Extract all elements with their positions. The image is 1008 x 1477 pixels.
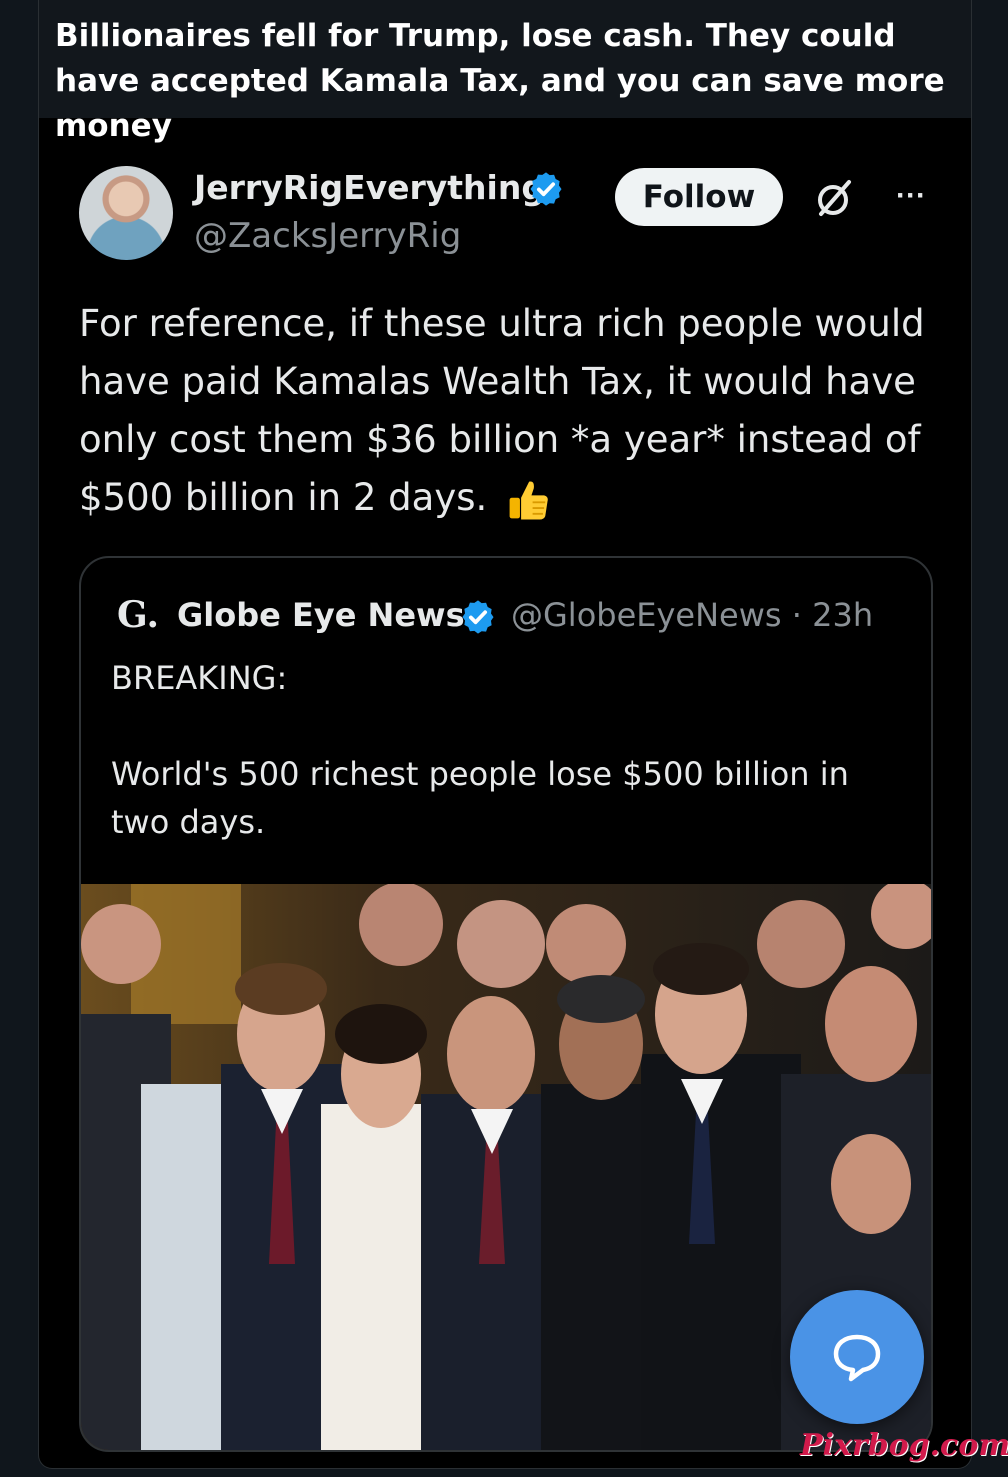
follow-button[interactable]: Follow <box>615 168 783 226</box>
author-name[interactable]: JerryRigEverything <box>194 168 545 207</box>
post-title: Billionaires fell for Trump, lose cash. … <box>39 0 971 144</box>
tweet-body: For reference, if these ultra rich peopl… <box>79 302 925 519</box>
quoted-author-name[interactable]: Globe Eye News <box>177 596 465 634</box>
tweet-text: For reference, if these ultra rich peopl… <box>79 295 949 527</box>
grok-icon[interactable] <box>813 176 857 220</box>
more-options-icon[interactable]: ··· <box>891 176 931 216</box>
quoted-handle-time[interactable]: @GlobeEyeNews · 23h <box>511 596 873 634</box>
verified-badge-icon <box>530 172 562 206</box>
globe-eye-logo: G. <box>117 594 159 636</box>
screenshot-frame: Billionaires fell for Trump, lose cash. … <box>38 0 972 1469</box>
thumbs-up-emoji <box>509 480 548 520</box>
reply-bubble-icon <box>833 1334 881 1382</box>
quoted-text: BREAKING: World's 500 richest people los… <box>111 659 849 841</box>
author-handle[interactable]: @ZacksJerryRig <box>194 216 461 256</box>
verified-badge-icon <box>462 600 494 634</box>
watermark: Pixrbog.com <box>800 1428 1008 1463</box>
reply-button[interactable] <box>790 1290 924 1424</box>
author-avatar[interactable] <box>79 166 173 260</box>
